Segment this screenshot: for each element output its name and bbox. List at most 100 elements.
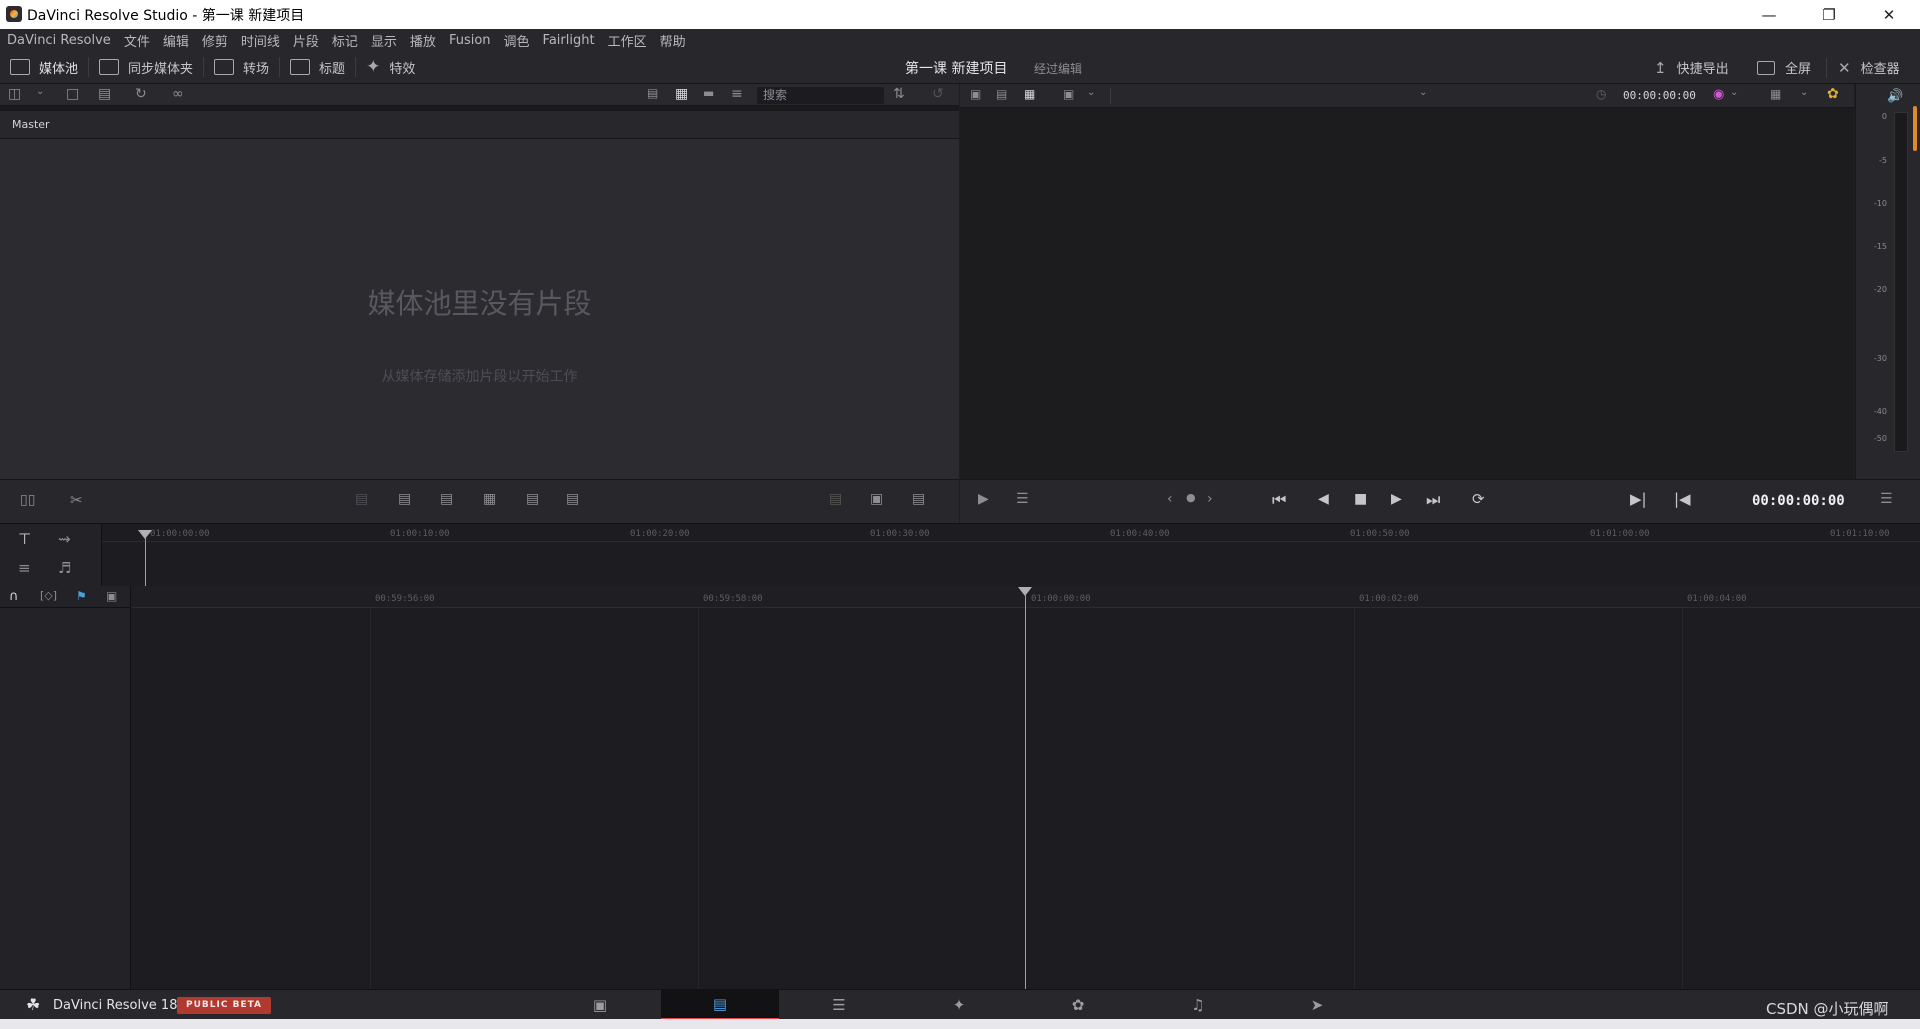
sliders-icon[interactable]: ☰ — [1016, 491, 1029, 507]
viewer-timecode[interactable]: 00:00:00:00 — [1623, 89, 1696, 102]
color-wheel-icon[interactable]: ✿ — [1827, 86, 1839, 102]
close-button[interactable]: ✕ — [1866, 0, 1912, 29]
play-icon[interactable]: ▶ — [1391, 491, 1402, 507]
transport-timecode[interactable]: 00:00:00:00 — [1752, 493, 1845, 509]
refresh-icon[interactable]: ↺ — [932, 86, 944, 102]
media-pool-area[interactable]: 媒体池里没有片段 从媒体存储添加片段以开始工作 — [0, 139, 959, 479]
master-bin[interactable]: Master — [12, 118, 50, 131]
speaker-icon[interactable]: 🔊 — [1887, 89, 1903, 104]
image-icon[interactable]: ▣ — [970, 87, 981, 101]
media-pool-button[interactable]: 媒体池 — [0, 51, 88, 84]
menu-edit[interactable]: 编辑 — [163, 31, 189, 50]
menu-color[interactable]: 调色 — [504, 31, 530, 50]
transitions-button[interactable]: 转场 — [204, 51, 279, 84]
clip-mode-icon[interactable]: ▶ — [978, 491, 989, 507]
minimize-button[interactable]: — — [1746, 0, 1792, 29]
lock-track-icon[interactable]: ⊤ — [18, 530, 31, 548]
menu-view[interactable]: 显示 — [371, 31, 397, 50]
upper-ruler[interactable]: 01:00:00:00 01:00:10:00 01:00:20:00 01:0… — [102, 524, 1920, 542]
fit-icon[interactable]: ▣ — [870, 491, 883, 507]
sort-icon[interactable]: ⇅ — [893, 86, 905, 102]
jog-left-icon[interactable]: ‹ — [1167, 491, 1173, 507]
source-overwrite-icon[interactable]: ▤ — [566, 491, 579, 507]
list-view-icon[interactable]: ≡ — [731, 86, 743, 102]
volume-slider[interactable] — [1913, 106, 1917, 151]
chevron-down-icon[interactable]: ⌄ — [1800, 87, 1808, 98]
metadata-view-icon[interactable]: ▤ — [647, 86, 658, 100]
scissors-icon[interactable]: ✂ — [70, 491, 83, 509]
new-timeline-icon[interactable]: ▤ — [98, 86, 111, 102]
link-icon[interactable]: ∞ — [172, 86, 184, 102]
relink-icon[interactable]: ↻ — [135, 86, 147, 102]
audio-waveform-icon[interactable]: ▯▯ — [20, 492, 35, 508]
inspector-button[interactable]: ✕ 检查器 — [1838, 51, 1900, 84]
mark-in-icon[interactable]: ▶| — [1630, 490, 1647, 508]
chevron-down-icon[interactable]: ⌄ — [1730, 87, 1738, 98]
options-menu-icon[interactable]: ☰ — [1880, 491, 1893, 507]
flag-icon[interactable]: ⚑ — [76, 589, 87, 603]
page-media[interactable]: ▣ — [541, 990, 659, 1020]
smart-insert-icon[interactable]: ▤ — [355, 491, 368, 507]
search-input[interactable]: 搜索 — [757, 87, 884, 104]
marker-icon[interactable]: ▣ — [106, 589, 117, 603]
menu-mark[interactable]: 标记 — [332, 31, 358, 50]
append-icon[interactable]: ▤ — [398, 491, 411, 507]
page-color[interactable]: ✿ — [1019, 990, 1137, 1020]
add-video-track-icon[interactable]: ≡ — [18, 559, 31, 577]
safe-area-icon[interactable]: ▣ — [1063, 87, 1074, 101]
zoom-icon[interactable]: ▤ — [912, 491, 925, 507]
viewer-panel: ▣ ▤ ▦ ▣ ⌄ ⌄ ◷ 00:00:00:00 ◉ ⌄ ▦ ⌄ ✿ — [960, 84, 1854, 479]
menu-help[interactable]: 帮助 — [660, 31, 686, 50]
timeline-view-icon[interactable]: ▤ — [829, 491, 842, 507]
mark-out-icon[interactable]: |◀ — [1674, 490, 1691, 508]
quick-export-button[interactable]: ↥ 快捷导出 — [1654, 51, 1729, 84]
snapping-icon[interactable]: ∩ — [9, 589, 19, 604]
titles-button[interactable]: 标题 — [280, 51, 355, 84]
add-audio-track-icon[interactable]: ♬ — [58, 559, 71, 577]
magic-wand-icon: ✦ — [366, 57, 381, 77]
menu-file[interactable]: 文件 — [124, 31, 150, 50]
fullscreen-button[interactable]: 全屏 — [1757, 51, 1811, 84]
go-to-start-icon[interactable]: ⏮ — [1272, 490, 1286, 510]
menu-fairlight[interactable]: Fairlight — [543, 33, 595, 48]
ripple-overwrite-icon[interactable]: ▤ — [440, 491, 453, 507]
menu-trim[interactable]: 修剪 — [202, 31, 228, 50]
filmstrip-icon[interactable]: ▦ — [1024, 87, 1035, 101]
menu-timeline[interactable]: 时间线 — [241, 31, 280, 50]
effects-button[interactable]: ✦ 特效 — [356, 51, 425, 84]
restore-button[interactable]: ❐ — [1806, 0, 1852, 29]
page-edit[interactable]: ☰ — [780, 990, 898, 1020]
camera-icon[interactable]: ◉ — [1713, 87, 1724, 102]
panel-toggle-icon[interactable]: ◫ — [8, 86, 21, 102]
menu-fusion[interactable]: Fusion — [449, 33, 491, 48]
trim-icon[interactable]: ⇝ — [58, 530, 71, 548]
transform-icon[interactable]: ▦ — [1770, 87, 1781, 101]
menu-workspace[interactable]: 工作区 — [608, 31, 647, 50]
page-fairlight[interactable]: ♫ — [1139, 990, 1257, 1020]
stop-icon[interactable]: ■ — [1354, 491, 1367, 507]
play-reverse-icon[interactable]: ◀ — [1318, 491, 1329, 507]
menu-davinci-resolve[interactable]: DaVinci Resolve — [7, 33, 111, 48]
filmstrip-view-icon[interactable]: ▬ — [703, 86, 714, 100]
chevron-down-icon[interactable]: ⌄ — [1419, 87, 1427, 98]
jog-right-icon[interactable]: › — [1207, 491, 1213, 507]
go-to-end-icon[interactable]: ⏭ — [1426, 490, 1440, 510]
menu-clip[interactable]: 片段 — [293, 31, 319, 50]
jog-center-icon[interactable]: ● — [1186, 491, 1196, 504]
linked-selection-icon[interactable]: [◇] — [40, 589, 57, 602]
menu-playback[interactable]: 播放 — [410, 31, 436, 50]
new-bin-icon[interactable]: □ — [66, 86, 79, 102]
chevron-down-icon[interactable]: ⌄ — [36, 86, 44, 97]
page-fusion[interactable]: ✦ — [900, 990, 1018, 1020]
thumbnail-view-icon[interactable]: ▦ — [675, 86, 688, 102]
sync-bin-button[interactable]: 同步媒体夹 — [89, 51, 203, 84]
page-cut[interactable]: ▤ — [661, 990, 779, 1020]
level-meter — [1894, 112, 1908, 452]
chevron-down-icon[interactable]: ⌄ — [1087, 87, 1095, 98]
compare-icon[interactable]: ▤ — [996, 87, 1007, 101]
page-deliver[interactable]: ➤ — [1258, 990, 1376, 1020]
close-up-icon[interactable]: ▦ — [483, 491, 496, 507]
place-on-top-icon[interactable]: ▤ — [526, 491, 539, 507]
loop-icon[interactable]: ⟳ — [1472, 490, 1485, 508]
main-toolbar: 媒体池 同步媒体夹 转场 标题 ✦ 特效 第一课 新建项目 经过编辑 ↥ 快捷导… — [0, 51, 1920, 84]
